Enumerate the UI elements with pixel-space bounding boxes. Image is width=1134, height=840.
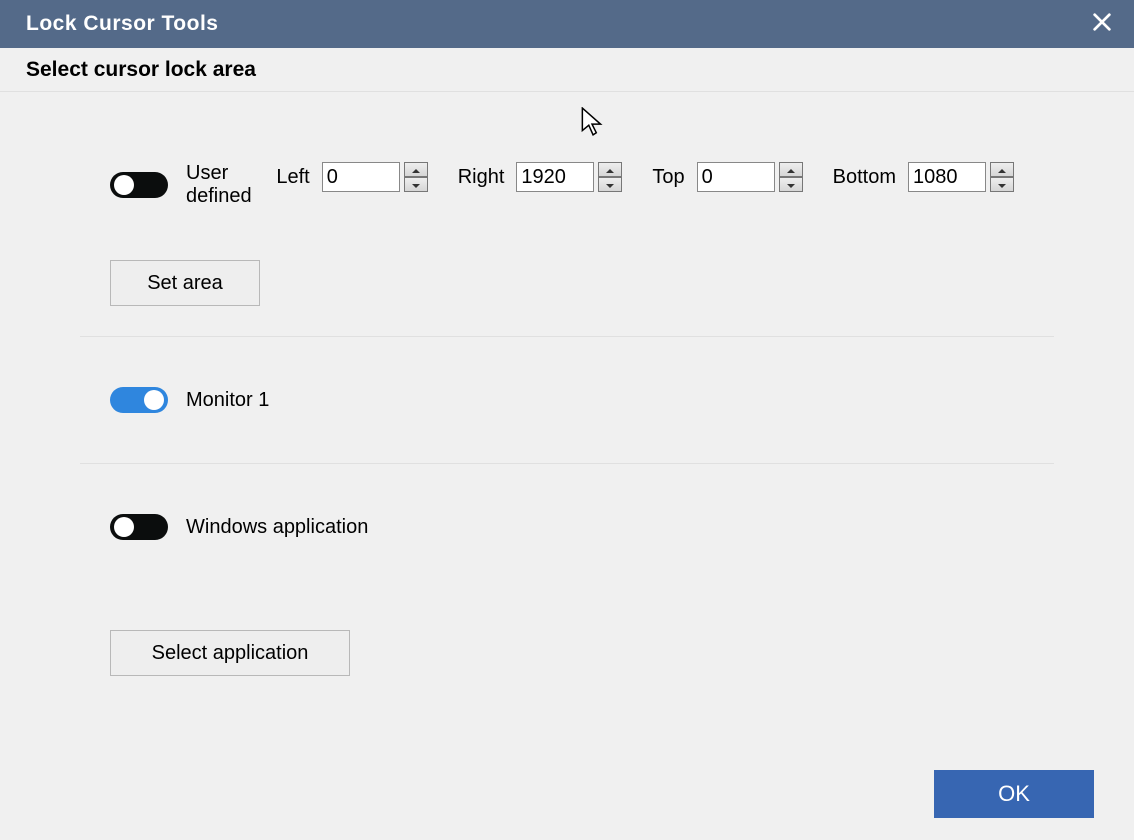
toggle-knob-icon: [114, 517, 134, 537]
window-title: Lock Cursor Tools: [26, 12, 218, 36]
coord-top-label: Top: [652, 166, 684, 189]
coord-bottom-input[interactable]: [908, 162, 986, 192]
toggle-knob-icon: [144, 390, 164, 410]
content-area: User defined Set area Left: [0, 92, 1134, 840]
coord-bottom-down-button[interactable]: [990, 177, 1014, 192]
close-button[interactable]: [1070, 0, 1134, 48]
set-area-button[interactable]: Set area: [110, 260, 260, 306]
toggle-knob-icon: [114, 175, 134, 195]
coord-left-down-button[interactable]: [404, 177, 428, 192]
coord-left-spinner: [322, 162, 428, 192]
coord-right-spinner: [516, 162, 622, 192]
coord-right-down-button[interactable]: [598, 177, 622, 192]
section-monitor: Monitor 1: [60, 337, 1074, 463]
toggle-monitor[interactable]: [110, 387, 168, 413]
ok-button[interactable]: OK: [934, 770, 1094, 818]
section-windows-application: Windows application Select application: [60, 464, 1074, 706]
toggle-user-defined-label: User defined: [186, 162, 276, 208]
toggle-windows-application[interactable]: [110, 514, 168, 540]
coord-bottom-spinner: [908, 162, 1014, 192]
coord-left-input[interactable]: [322, 162, 400, 192]
select-application-button-label: Select application: [152, 642, 309, 665]
coord-bottom-label: Bottom: [833, 166, 896, 189]
coord-right-label: Right: [458, 166, 505, 189]
coord-top-down-button[interactable]: [779, 177, 803, 192]
toggle-windows-application-label: Windows application: [186, 516, 368, 539]
set-area-button-label: Set area: [147, 272, 223, 295]
window: Lock Cursor Tools Select cursor lock are…: [0, 0, 1134, 840]
section-user-defined: User defined Set area Left: [60, 132, 1074, 336]
coord-left-label: Left: [276, 166, 309, 189]
toggle-user-defined[interactable]: [110, 172, 168, 198]
chevron-down-icon: [412, 176, 420, 194]
chevron-down-icon: [606, 176, 614, 194]
chevron-down-icon: [998, 176, 1006, 194]
chevron-down-icon: [787, 176, 795, 194]
ok-button-label: OK: [998, 781, 1030, 807]
coord-top-input[interactable]: [697, 162, 775, 192]
coord-right-input[interactable]: [516, 162, 594, 192]
close-icon: [1091, 11, 1113, 38]
titlebar: Lock Cursor Tools: [0, 0, 1134, 48]
coord-top-spinner: [697, 162, 803, 192]
subheader: Select cursor lock area: [0, 48, 1134, 92]
toggle-monitor-label: Monitor 1: [186, 389, 269, 412]
subheader-text: Select cursor lock area: [26, 58, 256, 82]
select-application-button[interactable]: Select application: [110, 630, 350, 676]
